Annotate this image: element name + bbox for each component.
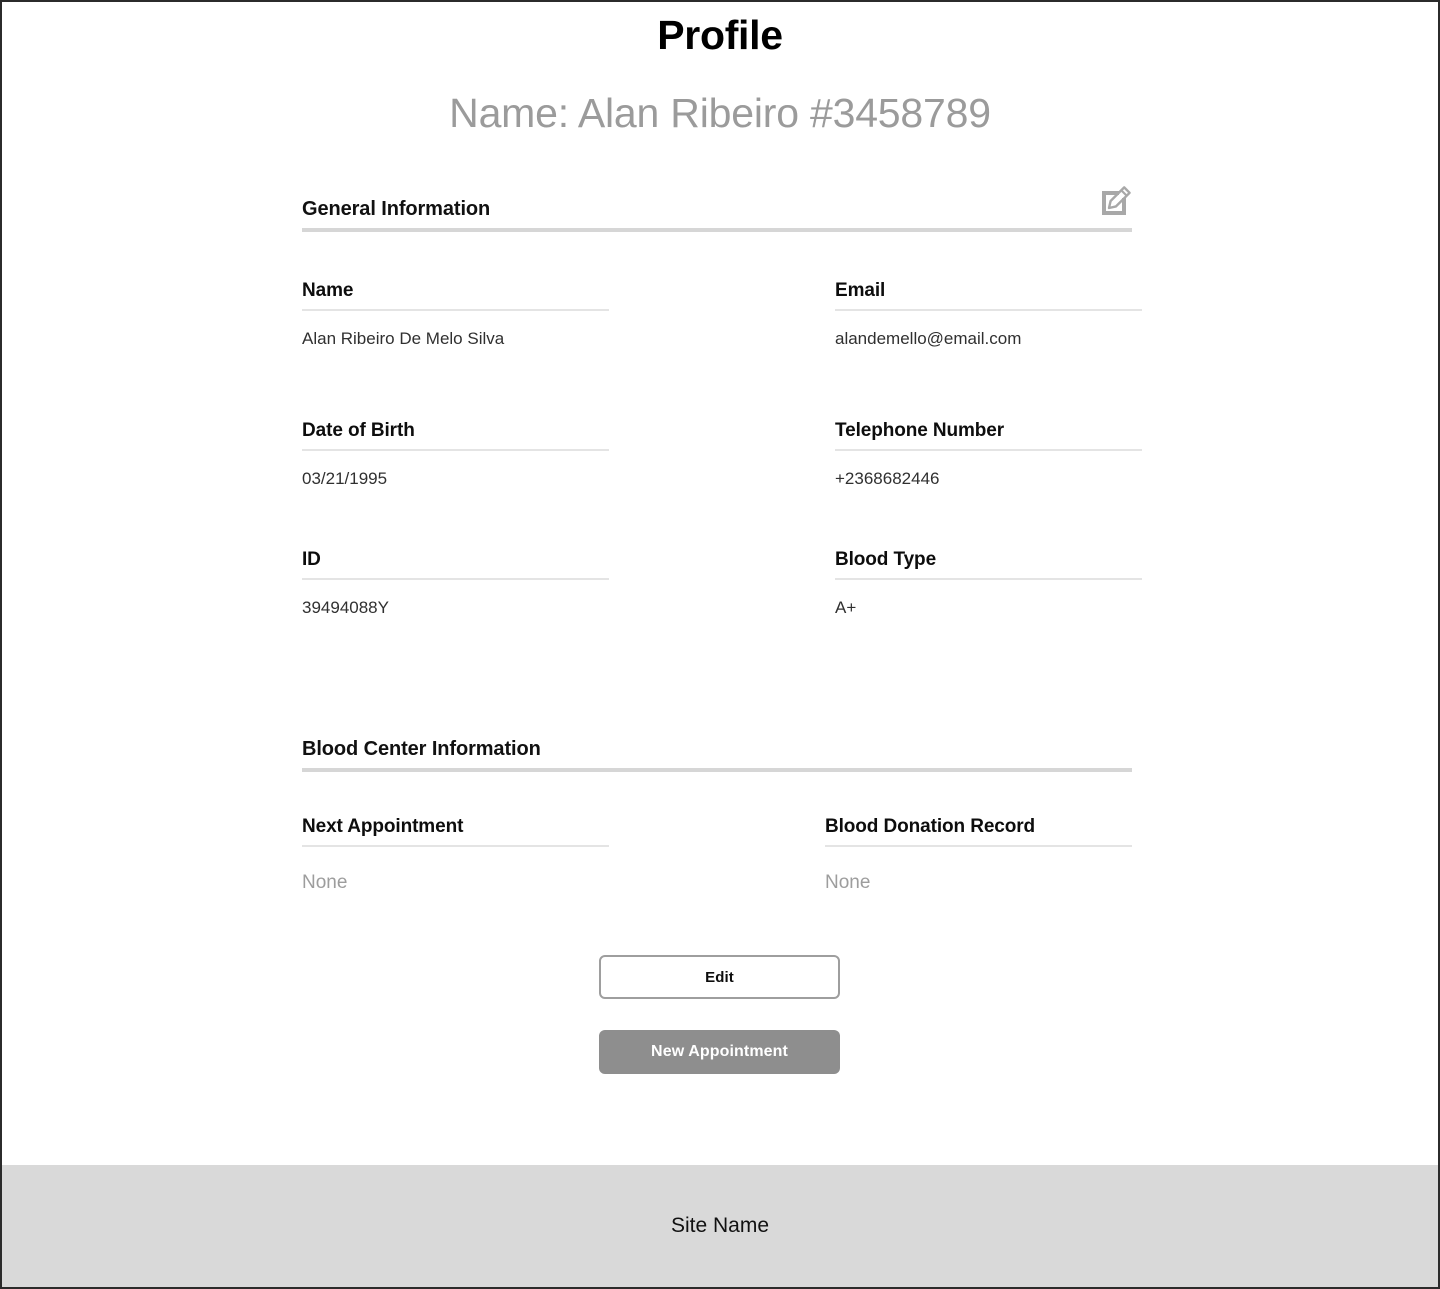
profile-page: Profile Name: Alan Ribeiro #3458789 Gene… bbox=[0, 0, 1440, 1289]
field-label-email: Email bbox=[835, 280, 886, 301]
edit-pencil-icon-button[interactable] bbox=[1098, 185, 1132, 219]
field-email: Email alandemello@email.com bbox=[835, 280, 1142, 349]
site-footer: Site Name bbox=[2, 1165, 1438, 1287]
field-label-blood-donation-record: Blood Donation Record bbox=[825, 816, 1036, 837]
field-date-of-birth: Date of Birth 03/21/1995 bbox=[302, 420, 609, 489]
field-value-name: Alan Ribeiro De Melo Silva bbox=[302, 329, 505, 348]
field-value-id: 39494088Y bbox=[302, 598, 389, 617]
section-divider-blood-center-information bbox=[302, 768, 1132, 772]
field-telephone-number: Telephone Number +2368682446 bbox=[835, 420, 1142, 489]
field-value-next-appointment: None bbox=[302, 872, 348, 893]
edit-pencil-icon bbox=[1098, 186, 1132, 222]
section-general-information: General Information bbox=[302, 186, 1132, 242]
field-label-id: ID bbox=[302, 549, 321, 570]
field-value-email: alandemello@email.com bbox=[835, 329, 1022, 348]
edit-button[interactable]: Edit bbox=[599, 955, 840, 999]
field-value-blood-type: A+ bbox=[835, 598, 857, 617]
field-blood-type: Blood Type A+ bbox=[835, 549, 1142, 618]
field-label-date-of-birth: Date of Birth bbox=[302, 420, 415, 441]
field-value-telephone-number: +2368682446 bbox=[835, 469, 940, 488]
field-value-blood-donation-record: None bbox=[825, 872, 871, 893]
field-value-date-of-birth: 03/21/1995 bbox=[302, 469, 388, 488]
page-title: Profile bbox=[657, 12, 783, 58]
field-label-telephone-number: Telephone Number bbox=[835, 420, 1005, 441]
section-blood-center-information: Blood Center Information bbox=[302, 738, 1132, 782]
field-label-name: Name bbox=[302, 280, 354, 301]
new-appointment-button[interactable]: New Appointment bbox=[599, 1030, 840, 1074]
field-blood-donation-record: Blood Donation Record None bbox=[825, 816, 1132, 894]
footer-site-name: Site Name bbox=[670, 1214, 770, 1237]
page-subtitle-name-id: Name: Alan Ribeiro #3458789 bbox=[449, 90, 991, 136]
field-label-next-appointment: Next Appointment bbox=[302, 816, 464, 837]
field-next-appointment: Next Appointment None bbox=[302, 816, 609, 894]
field-name: Name Alan Ribeiro De Melo Silva bbox=[302, 280, 609, 349]
section-title-blood-center-information: Blood Center Information bbox=[302, 738, 541, 760]
field-id: ID 39494088Y bbox=[302, 549, 609, 618]
section-divider-general-information bbox=[302, 228, 1132, 232]
field-label-blood-type: Blood Type bbox=[835, 549, 937, 570]
section-title-general-information: General Information bbox=[302, 198, 491, 220]
